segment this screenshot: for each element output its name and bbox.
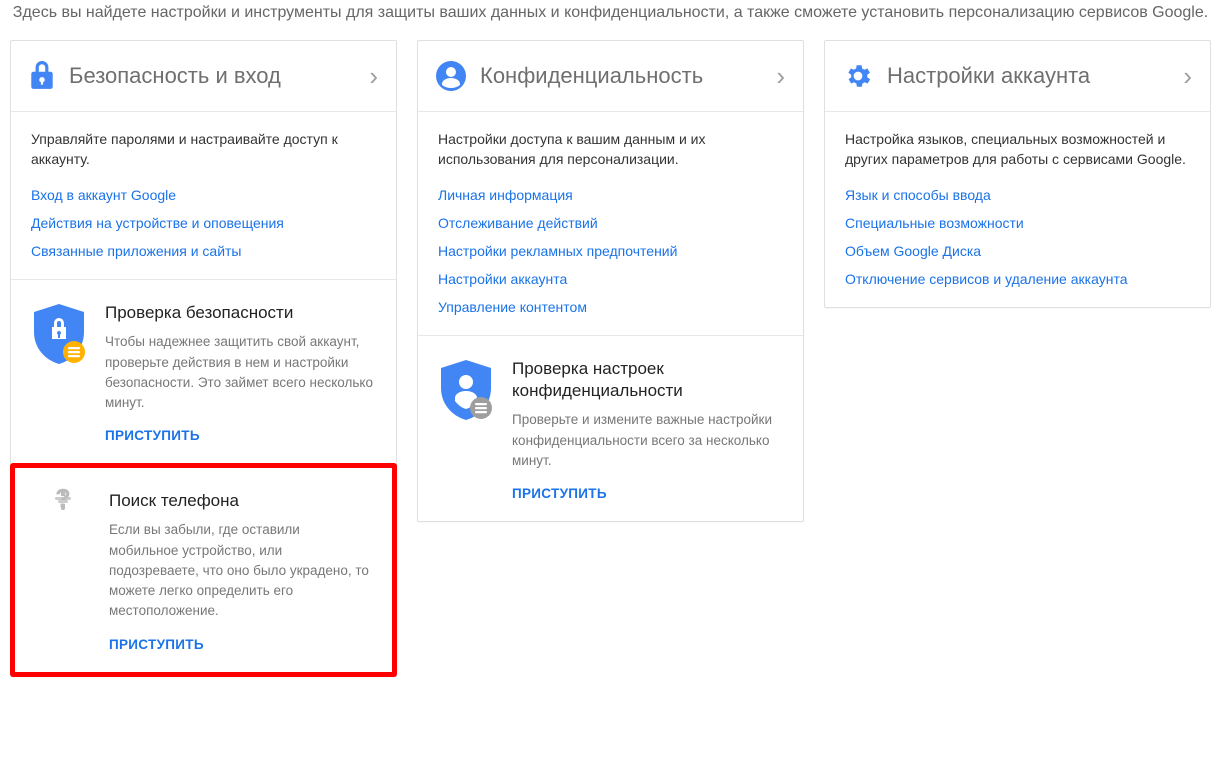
phone-question-icon: ? [61, 492, 65, 508]
link-account-settings[interactable]: Настройки аккаунта [438, 271, 783, 287]
chevron-right-icon: › [776, 63, 785, 89]
link-activity-controls[interactable]: Отслеживание действий [438, 215, 783, 231]
gear-icon [843, 61, 873, 91]
privacy-column: Конфиденциальность › Настройки доступа к… [417, 40, 804, 522]
settings-desc: Настройка языков, специальных возможност… [845, 130, 1190, 169]
link-content-controls[interactable]: Управление контентом [438, 299, 783, 315]
privacy-checkup-desc: Проверьте и измените важные настройки ко… [512, 410, 783, 471]
link-personal-info[interactable]: Личная информация [438, 187, 783, 203]
privacy-checkup-title: Проверка настроек конфиденциальности [512, 358, 783, 402]
settings-title: Настройки аккаунта [887, 63, 1183, 89]
link-accessibility[interactable]: Специальные возможности [845, 215, 1190, 231]
privacy-title: Конфиденциальность [480, 63, 776, 89]
find-phone-card: ? Поиск телефона Если вы забыли, где ост… [10, 463, 397, 676]
link-language-input[interactable]: Язык и способы ввода [845, 187, 1190, 203]
lock-icon [29, 61, 55, 91]
security-column: Безопасность и вход › Управляйте паролям… [10, 40, 397, 677]
security-checkup-desc: Чтобы надежнее защитить свой аккаунт, пр… [105, 332, 376, 413]
privacy-checkup-start-button[interactable]: ПРИСТУПИТЬ [512, 486, 607, 501]
security-links: Вход в аккаунт Google Действия на устрой… [31, 187, 376, 259]
find-phone-title: Поиск телефона [109, 490, 372, 512]
privacy-links: Личная информация Отслеживание действий … [438, 187, 783, 315]
settings-header[interactable]: Настройки аккаунта › [825, 41, 1210, 112]
find-phone-desc: Если вы забыли, где оставили мобильное у… [109, 520, 372, 621]
chevron-right-icon: › [369, 63, 378, 89]
link-delete-services[interactable]: Отключение сервисов и удаление аккаунта [845, 271, 1190, 287]
link-connected-apps[interactable]: Связанные приложения и сайты [31, 243, 376, 259]
link-ads-settings[interactable]: Настройки рекламных предпочтений [438, 243, 783, 259]
security-header[interactable]: Безопасность и вход › [11, 41, 396, 112]
link-device-activity[interactable]: Действия на устройстве и оповещения [31, 215, 376, 231]
shield-person-icon [439, 360, 493, 422]
security-checkup-start-button[interactable]: ПРИСТУПИТЬ [105, 428, 200, 443]
security-checkup-card: Проверка безопасности Чтобы надежнее защ… [11, 279, 396, 463]
columns: Безопасность и вход › Управляйте паролям… [10, 40, 1211, 677]
link-signin-google[interactable]: Вход в аккаунт Google [31, 187, 376, 203]
chevron-right-icon: › [1183, 63, 1192, 89]
privacy-checkup-card: Проверка настроек конфиденциальности Про… [418, 335, 803, 521]
settings-links: Язык и способы ввода Специальные возможн… [845, 187, 1190, 287]
shield-lock-icon [32, 304, 86, 366]
page-intro: Здесь вы найдете настройки и инструменты… [10, 0, 1211, 40]
link-drive-storage[interactable]: Объем Google Диска [845, 243, 1190, 259]
person-icon [436, 61, 466, 91]
privacy-header[interactable]: Конфиденциальность › [418, 41, 803, 112]
find-phone-start-button[interactable]: ПРИСТУПИТЬ [109, 637, 204, 652]
security-checkup-title: Проверка безопасности [105, 302, 376, 324]
privacy-desc: Настройки доступа к вашим данным и их ис… [438, 130, 783, 169]
settings-column: Настройки аккаунта › Настройка языков, с… [824, 40, 1211, 308]
security-title: Безопасность и вход [69, 63, 369, 89]
security-desc: Управляйте паролями и настраивайте досту… [31, 130, 376, 169]
